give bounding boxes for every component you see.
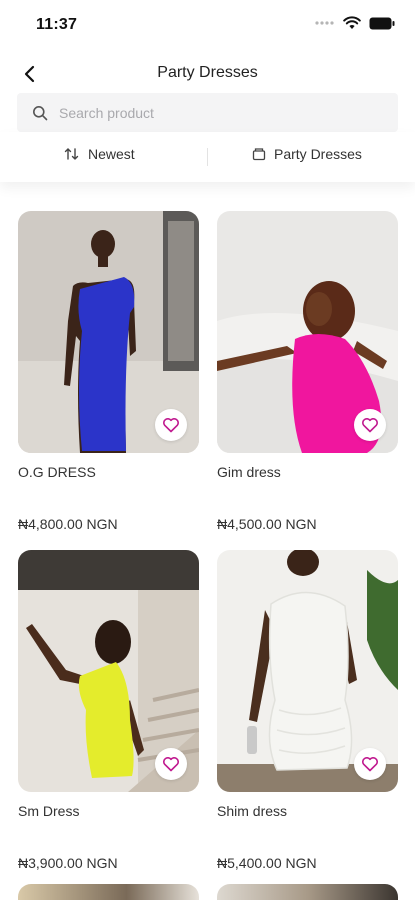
sort-label: Newest [88,146,135,162]
favorite-button[interactable] [155,748,187,780]
product-price: ₦5,400.00 NGN [217,855,317,871]
signal-dots-icon [315,21,334,25]
product-card-partial[interactable] [18,884,199,900]
product-price: ₦3,900.00 NGN [18,855,118,871]
search-bar[interactable] [17,93,398,132]
category-box-icon [252,148,266,161]
product-name: Shim dress [217,803,288,819]
heart-icon [163,757,179,772]
search-icon [31,104,49,122]
dress-shape [268,591,353,771]
product-image[interactable] [18,550,199,792]
filter-bar: Newest Party Dresses [0,132,415,182]
product-image[interactable] [217,550,398,792]
product-name: Gim dress [217,464,281,480]
category-filter-button[interactable]: Party Dresses [252,146,362,162]
status-time: 11:37 [36,16,78,33]
heart-icon [362,418,378,433]
sort-arrows-icon [64,148,79,160]
heart-icon [362,757,378,772]
sort-button[interactable]: Newest [64,146,135,162]
product-name: O.G DRESS [18,464,96,480]
search-input[interactable] [59,104,379,121]
favorite-button[interactable] [354,748,386,780]
product-price: ₦4,500.00 NGN [217,516,317,532]
product-card[interactable]: Sm Dress ₦3,900.00 NGN [18,550,199,871]
wifi-icon [343,16,361,29]
filter-divider [207,148,208,166]
product-card-partial[interactable] [217,884,398,900]
product-card[interactable]: O.G DRESS ₦4,800.00 NGN [18,211,199,532]
page-title: Party Dresses [157,64,258,81]
favorite-button[interactable] [354,409,386,441]
product-card[interactable]: Gim dress ₦4,500.00 NGN [217,211,398,532]
favorite-button[interactable] [155,409,187,441]
header: Party Dresses [0,52,415,96]
product-name: Sm Dress [18,803,80,819]
heart-icon [163,418,179,433]
product-image[interactable] [217,211,398,453]
status-bar: 11:37 [0,0,415,52]
status-icons [315,16,395,30]
product-card[interactable]: Shim dress ₦5,400.00 NGN [217,550,398,871]
product-image[interactable] [18,211,199,453]
product-price: ₦4,800.00 NGN [18,516,118,532]
battery-icon [369,17,395,29]
category-label: Party Dresses [274,146,362,162]
